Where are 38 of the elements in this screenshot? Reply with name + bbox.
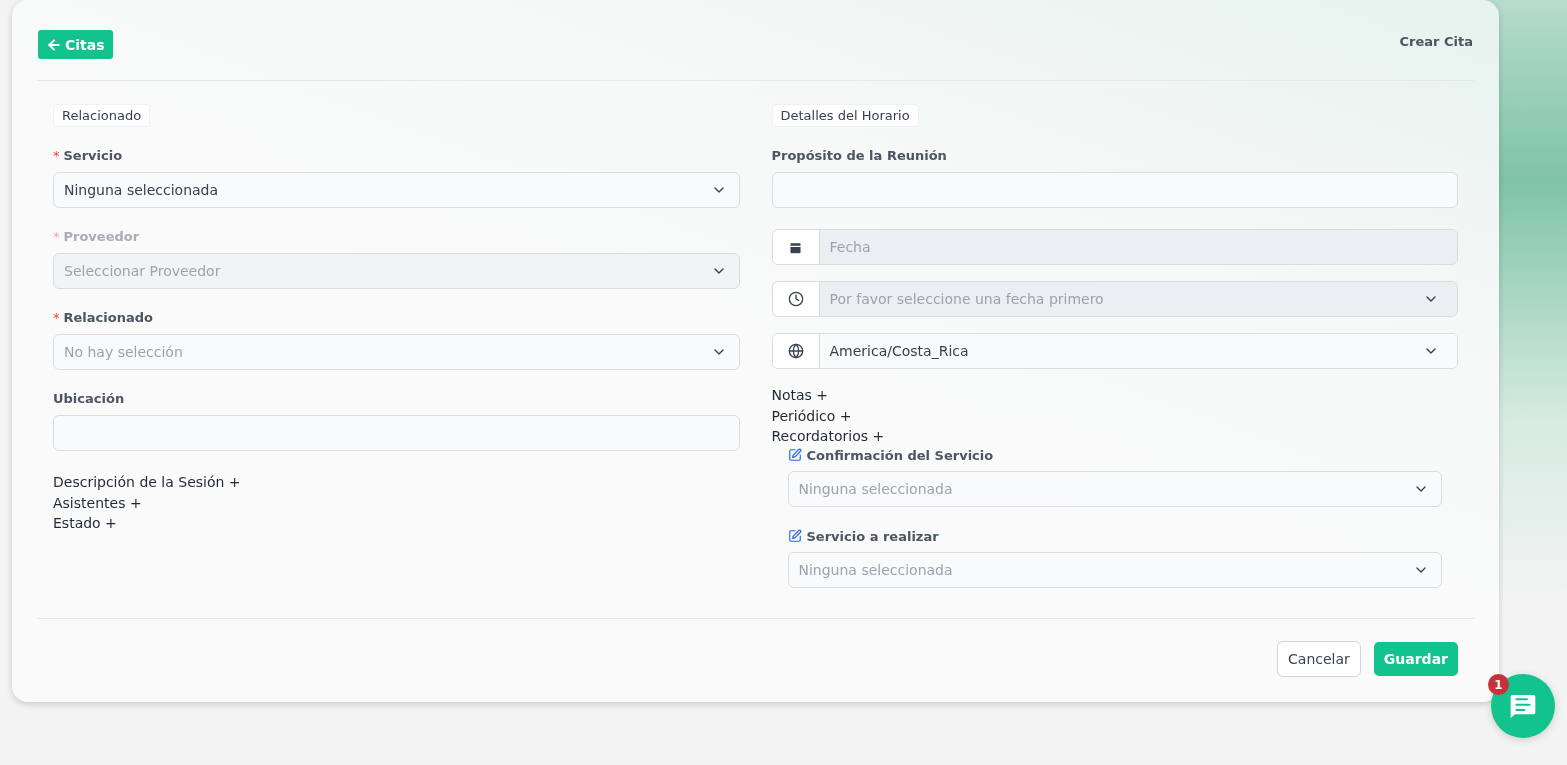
field-placeholder: Fecha <box>829 239 871 255</box>
expand-link[interactable]: Asistentes + <box>53 492 142 513</box>
section-tag: Detalles del Horario <box>771 104 919 127</box>
field-placeholder: Ninguna seleccionada <box>798 561 953 578</box>
required-mark: * <box>53 148 60 163</box>
field-label: Confirmación del Servicio <box>806 447 994 463</box>
page-title: Crear Cita <box>1399 34 1473 49</box>
field-label: Servicio <box>63 148 123 163</box>
field-placeholder: Por favor seleccione una fecha primero <box>829 291 1104 307</box>
section-tag: Relacionado <box>53 104 151 127</box>
select-field[interactable]: Ninguna seleccionada <box>53 172 740 208</box>
input-field[interactable] <box>771 172 1458 208</box>
expand-link[interactable]: Notas + <box>771 385 829 406</box>
edit-icon <box>787 448 802 462</box>
cancel-button[interactable]: Cancelar <box>1277 641 1361 677</box>
field-value: America/Costa_Rica <box>829 343 969 359</box>
expand-link[interactable]: Descripción de la Sesión + <box>53 472 241 493</box>
required-mark: * <box>53 229 60 244</box>
field-placeholder: Ninguna seleccionada <box>798 480 953 497</box>
field-placeholder: Seleccionar Proveedor <box>64 263 221 279</box>
input-field[interactable] <box>53 415 740 451</box>
field-label: Servicio a realizar <box>806 528 939 544</box>
field-placeholder: No hay selección <box>64 344 183 360</box>
field-label: Ubicación <box>53 391 125 406</box>
select-field[interactable]: America/Costa_Rica <box>771 333 1458 369</box>
edit-icon <box>787 529 802 543</box>
field-label: Relacionado <box>63 310 153 325</box>
expand-link[interactable]: Periódico + <box>771 405 852 426</box>
field-value: Ninguna seleccionada <box>64 182 219 198</box>
clock-icon <box>787 291 804 307</box>
chat-button[interactable] <box>1491 674 1555 738</box>
globe-icon <box>787 343 804 359</box>
expand-link[interactable]: Recordatorios + <box>771 426 885 447</box>
expand-link[interactable]: Estado + <box>53 513 117 534</box>
required-mark: * <box>53 310 60 325</box>
field-label: Propósito de la Reunión <box>771 148 947 163</box>
field-label: Proveedor <box>63 229 140 244</box>
calendar-icon <box>788 239 803 255</box>
